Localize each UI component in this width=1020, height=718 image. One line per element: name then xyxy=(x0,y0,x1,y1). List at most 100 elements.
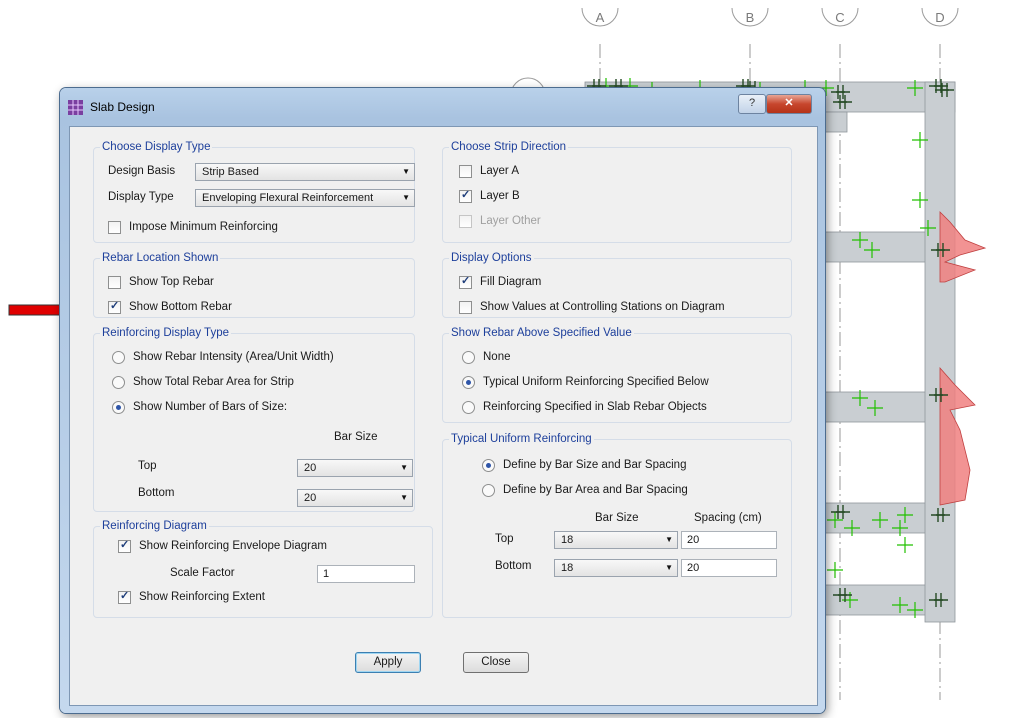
dialog-title: Slab Design xyxy=(90,100,155,114)
bar-size-spacing-radio[interactable] xyxy=(482,458,495,472)
top-bar-label: Top xyxy=(138,460,157,472)
design-basis-select[interactable]: Strip Based ▼ xyxy=(195,163,415,181)
bottom-bar-size-select[interactable]: 20 ▼ xyxy=(297,489,413,507)
display-type-value: Enveloping Flexural Reinforcement xyxy=(202,192,374,204)
uniform-bottom-spacing-input[interactable]: 20 xyxy=(681,559,777,577)
show-envelope-checkbox[interactable] xyxy=(118,538,131,553)
total-rebar-area-radio[interactable] xyxy=(112,375,125,389)
typical-uniform-label: Typical Uniform Reinforcing Specified Be… xyxy=(483,376,709,388)
show-envelope-row[interactable]: Show Reinforcing Envelope Diagram xyxy=(118,538,327,554)
number-of-bars-option[interactable]: Show Number of Bars of Size: xyxy=(112,399,287,415)
grid-label-d: D xyxy=(935,10,944,25)
bar-area-spacing-label: Define by Bar Area and Bar Spacing xyxy=(503,484,688,496)
chevron-down-icon: ▼ xyxy=(665,535,673,544)
bar-area-spacing-radio[interactable] xyxy=(482,483,495,497)
number-of-bars-label: Show Number of Bars of Size: xyxy=(133,401,288,413)
chevron-down-icon: ▼ xyxy=(665,563,673,572)
layer-b-label: Layer B xyxy=(480,190,520,202)
bar-area-spacing-option[interactable]: Define by Bar Area and Bar Spacing xyxy=(482,482,688,498)
rebar-above-value-legend: Show Rebar Above Specified Value xyxy=(451,327,632,339)
layer-a-row[interactable]: Layer A xyxy=(459,163,519,179)
show-extent-row[interactable]: Show Reinforcing Extent xyxy=(118,589,265,605)
display-type-select[interactable]: Enveloping Flexural Reinforcement ▼ xyxy=(195,189,415,207)
dialog-titlebar[interactable]: Slab Design ? ✕ xyxy=(60,88,825,122)
show-top-rebar-label: Show Top Rebar xyxy=(129,276,214,288)
chevron-down-icon: ▼ xyxy=(400,493,408,502)
grid-label-c: C xyxy=(835,10,844,25)
uniform-bottom-label: Bottom xyxy=(495,560,532,572)
fill-diagram-row[interactable]: Fill Diagram xyxy=(459,274,541,290)
design-basis-label: Design Basis xyxy=(108,165,176,177)
rebar-above-none-label: None xyxy=(483,351,511,363)
rebar-intensity-option[interactable]: Show Rebar Intensity (Area/Unit Width) xyxy=(112,349,334,365)
total-rebar-area-option[interactable]: Show Total Rebar Area for Strip xyxy=(112,374,294,390)
chevron-down-icon: ▼ xyxy=(402,167,410,176)
total-rebar-area-label: Show Total Rebar Area for Strip xyxy=(133,376,294,388)
show-top-rebar-row[interactable]: Show Top Rebar xyxy=(108,274,214,290)
display-options-legend: Display Options xyxy=(451,252,532,264)
rebar-above-none-radio[interactable] xyxy=(462,350,475,364)
close-button[interactable]: Close xyxy=(463,652,529,673)
typical-uniform-option[interactable]: Typical Uniform Reinforcing Specified Be… xyxy=(462,374,709,390)
uniform-top-bar-value: 18 xyxy=(561,534,574,546)
uniform-top-spacing-input[interactable]: 20 xyxy=(681,531,777,549)
slab-rebar-objects-label: Reinforcing Specified in Slab Rebar Obje… xyxy=(483,401,707,413)
show-bottom-rebar-checkbox[interactable] xyxy=(108,299,121,314)
number-of-bars-radio[interactable] xyxy=(112,400,125,414)
dialog-client-area: Choose Display Type Design Basis Strip B… xyxy=(69,126,818,706)
rebar-above-none-option[interactable]: None xyxy=(462,349,511,365)
design-basis-value: Strip Based xyxy=(202,166,259,178)
typical-uniform-radio[interactable] xyxy=(462,375,475,389)
top-bar-size-select[interactable]: 20 ▼ xyxy=(297,459,413,477)
layer-other-label: Layer Other xyxy=(480,215,541,227)
uniform-bar-size-header: Bar Size xyxy=(595,512,639,524)
apply-button[interactable]: Apply xyxy=(355,652,421,673)
grid-label-b: B xyxy=(746,10,755,25)
impose-minimum-label: Impose Minimum Reinforcing xyxy=(129,221,278,233)
slab-rebar-objects-option[interactable]: Reinforcing Specified in Slab Rebar Obje… xyxy=(462,399,707,415)
choose-strip-direction-legend: Choose Strip Direction xyxy=(451,141,567,153)
fill-diagram-checkbox[interactable] xyxy=(459,274,472,289)
bar-size-header: Bar Size xyxy=(334,431,378,443)
scale-factor-input[interactable]: 1 xyxy=(317,565,415,583)
show-bottom-rebar-label: Show Bottom Rebar xyxy=(129,301,232,313)
uniform-top-bar-select[interactable]: 18 ▼ xyxy=(554,531,678,549)
grid-label-a: A xyxy=(596,10,605,25)
layer-a-checkbox[interactable] xyxy=(459,164,472,178)
uniform-bottom-bar-select[interactable]: 18 ▼ xyxy=(554,559,678,577)
reinforcing-diagram-legend: Reinforcing Diagram xyxy=(102,520,207,532)
slab-rebar-objects-radio[interactable] xyxy=(462,400,475,414)
impose-minimum-checkbox-row[interactable]: Impose Minimum Reinforcing xyxy=(108,219,278,235)
bottom-bar-label: Bottom xyxy=(138,487,175,499)
show-extent-label: Show Reinforcing Extent xyxy=(139,591,265,603)
show-envelope-label: Show Reinforcing Envelope Diagram xyxy=(139,540,327,552)
rebar-intensity-label: Show Rebar Intensity (Area/Unit Width) xyxy=(133,351,334,363)
layer-other-checkbox xyxy=(459,214,472,228)
scale-factor-label: Scale Factor xyxy=(170,567,235,579)
slab-design-dialog: Slab Design ? ✕ Choose Display Type Desi… xyxy=(60,88,825,713)
rebar-intensity-radio[interactable] xyxy=(112,350,125,364)
show-bottom-rebar-row[interactable]: Show Bottom Rebar xyxy=(108,299,232,315)
chevron-down-icon: ▼ xyxy=(402,193,410,202)
bottom-bar-size-value: 20 xyxy=(304,492,317,504)
show-values-row[interactable]: Show Values at Controlling Stations on D… xyxy=(459,299,725,315)
rebar-marker xyxy=(827,562,843,578)
layer-b-row[interactable]: Layer B xyxy=(459,188,520,204)
uniform-top-label: Top xyxy=(495,533,514,545)
layer-other-row: Layer Other xyxy=(459,213,541,229)
layer-a-label: Layer A xyxy=(480,165,519,177)
close-window-button[interactable]: ✕ xyxy=(766,94,812,114)
show-extent-checkbox[interactable] xyxy=(118,589,131,604)
bar-size-spacing-label: Define by Bar Size and Bar Spacing xyxy=(503,459,687,471)
display-type-label: Display Type xyxy=(108,191,174,203)
layer-b-checkbox[interactable] xyxy=(459,188,472,203)
help-button[interactable]: ? xyxy=(738,94,766,114)
uniform-bottom-bar-value: 18 xyxy=(561,562,574,574)
bar-size-spacing-option[interactable]: Define by Bar Size and Bar Spacing xyxy=(482,457,686,473)
slab-grid-icon xyxy=(68,100,83,115)
impose-minimum-checkbox[interactable] xyxy=(108,220,121,234)
uniform-spacing-header: Spacing (cm) xyxy=(694,512,762,524)
show-values-checkbox[interactable] xyxy=(459,300,472,314)
show-top-rebar-checkbox[interactable] xyxy=(108,275,121,289)
show-values-label: Show Values at Controlling Stations on D… xyxy=(480,301,725,313)
